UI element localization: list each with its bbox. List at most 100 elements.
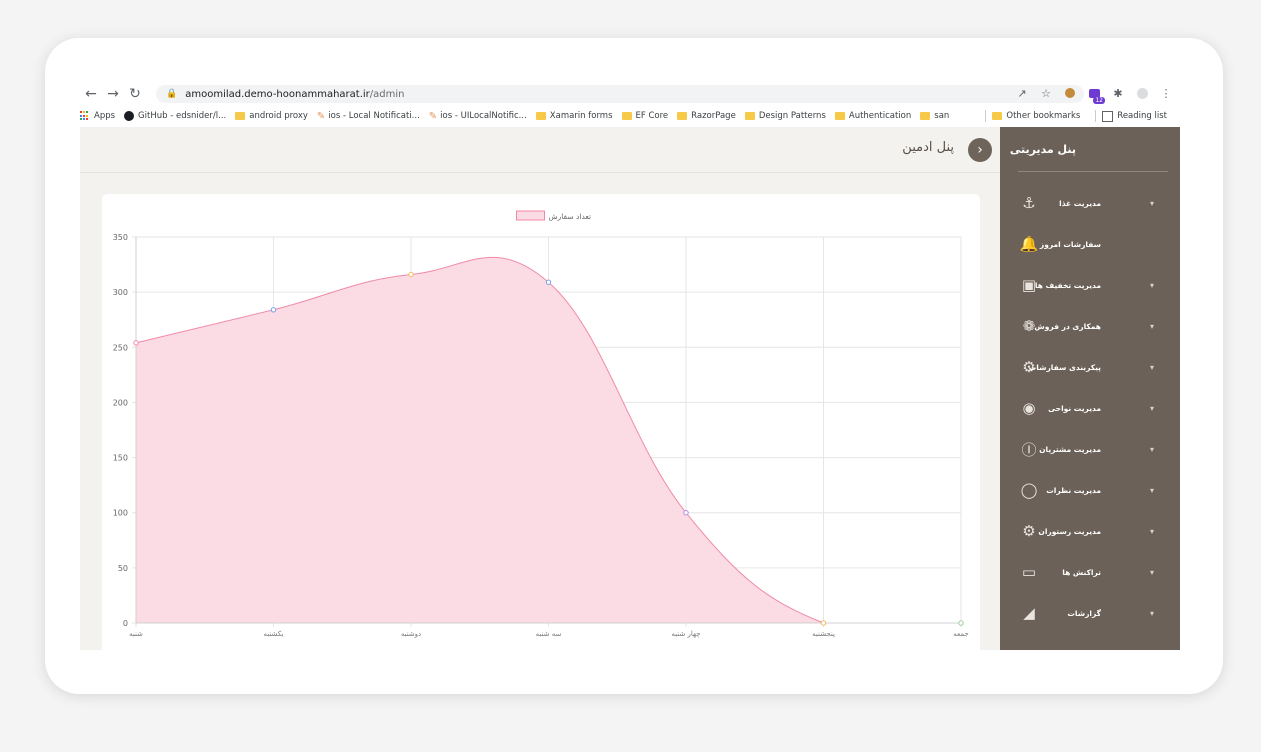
bookmark-label: Xamarin forms — [549, 111, 613, 121]
bookmark-ios-uilocalnotification[interactable]: ✎ ios - UILocalNotific... — [429, 111, 527, 122]
bookmark-ef-core[interactable]: EF Core — [621, 111, 669, 121]
bookmark-label: san — [934, 111, 950, 121]
bookmark-android-proxy[interactable]: android proxy — [235, 111, 308, 121]
bookmark-label: RazorPage — [691, 111, 736, 121]
data-point — [545, 279, 552, 285]
cookie-extension-icon[interactable] — [1062, 85, 1078, 101]
browser-window: ← → ↻ 🔒 amoomilad.demo-hoonammaharat.ir /… — [80, 82, 1180, 650]
data-point — [408, 271, 414, 278]
sidebar-item-label: مدیریت نظرات — [1046, 485, 1101, 495]
back-icon[interactable]: ← — [80, 83, 102, 105]
sidebar-item[interactable]: ⚙ مدیریت رستوران ▾ — [1000, 511, 1180, 551]
chevron-down-icon: ▾ — [1150, 280, 1155, 290]
bookmark-label: Design Patterns — [758, 111, 826, 121]
folder-icon — [535, 112, 546, 120]
bookmark-ios-local-notification[interactable]: ✎ ios - Local Notificati... — [317, 111, 420, 122]
sidebar-item-label: مدیریت غذا — [1059, 198, 1101, 208]
utensils-icon: ⚓ — [1022, 194, 1036, 212]
data-point — [133, 340, 139, 346]
bookmark-design-patterns[interactable]: Design Patterns — [744, 111, 826, 121]
data-point — [683, 510, 689, 516]
sidebar-item-label: مدیریت تخفیف ها — [1034, 280, 1101, 290]
chart-card: 0 50 100 150 200 250 300 350 شنبه یکشنبه دوشنبه سه … — [102, 194, 980, 650]
bell-icon: 🔔 — [1019, 235, 1039, 253]
bookmark-github[interactable]: GitHub - edsnider/l... — [124, 111, 226, 121]
kebab-menu-icon[interactable]: ⋮ — [1158, 85, 1174, 101]
x-tick-label: چهار شنبه — [671, 630, 700, 638]
sidebar-item[interactable]: ❁ همکاری در فروش ▾ — [1000, 306, 1180, 346]
gear-icon: ⚙ — [1022, 522, 1036, 540]
sidebar-item[interactable]: 🔔 سفارشات امروز — [1000, 224, 1180, 264]
data-point — [958, 620, 964, 626]
bookmark-san[interactable]: san — [920, 111, 949, 121]
y-tick-label: 50 — [118, 564, 128, 573]
sidebar-item-label: گزارشات — [1067, 608, 1101, 618]
bookmark-label: Authentication — [848, 111, 912, 121]
sidebar-item[interactable]: Ⓘ مدیریت مشتریان ▾ — [1000, 429, 1180, 469]
y-tick-label: 0 — [123, 619, 128, 628]
chevron-down-icon: ▾ — [1150, 198, 1155, 208]
bookmark-label: android proxy — [249, 111, 308, 121]
reading-list[interactable]: Reading list — [1102, 110, 1167, 122]
bookmark-label: GitHub - edsnider/l... — [138, 111, 227, 121]
sidebar-item[interactable]: ⚓ مدیریت غذا ▾ — [1000, 183, 1180, 223]
user-circle-icon: Ⓘ — [1021, 440, 1037, 459]
sidebar-item-label: همکاری در فروش — [1034, 321, 1101, 331]
url-path: /admin — [369, 88, 405, 100]
chevron-down-icon: ▾ — [1150, 444, 1155, 454]
data-point — [270, 307, 277, 313]
profile-icon[interactable] — [1134, 85, 1150, 101]
divider — [1095, 110, 1097, 122]
folder-icon — [677, 112, 688, 120]
sidebar-item[interactable]: ▣ مدیریت تخفیف ها ▾ — [1000, 265, 1180, 305]
sidebar-item-label: مدیریت رستوران — [1038, 526, 1101, 536]
bookmark-apps[interactable]: Apps — [80, 111, 115, 121]
sidebar-item[interactable]: ▭ تراکنش ها ▾ — [1000, 552, 1180, 592]
sidebar-item-label: پیکربندی سفارشات — [1028, 362, 1101, 372]
x-tick-label: سه شنبه — [536, 630, 562, 638]
sidebar-item[interactable]: ◯ مدیریت نظرات ▾ — [1000, 470, 1180, 510]
sidebar-item[interactable]: ◢ گزارشات ▾ — [1000, 593, 1180, 633]
sidebar-item[interactable]: ⚙ پیکربندی سفارشات ▾ — [1000, 347, 1180, 387]
bookmarks-bar: Apps GitHub - edsnider/l... android prox… — [80, 107, 1180, 125]
divider — [1018, 171, 1168, 172]
apps-icon — [80, 111, 90, 121]
folder-icon — [235, 112, 246, 120]
chevron-down-icon: ▾ — [1150, 321, 1155, 331]
folder-icon — [920, 112, 931, 120]
y-tick-label: 100 — [113, 509, 128, 518]
share-icon[interactable]: ↗ — [1014, 85, 1030, 101]
bookmark-label: EF Core — [635, 111, 669, 121]
x-tick-label: جمعه — [953, 630, 969, 638]
data-point — [820, 620, 827, 626]
address-bar[interactable]: 🔒 amoomilad.demo-hoonammaharat.ir/admin — [156, 85, 1084, 103]
orders-chart: 0 50 100 150 200 250 300 350 شنبه یکشنبه دوشنبه سه … — [113, 210, 969, 638]
star-icon[interactable]: ☆ — [1038, 85, 1054, 101]
other-bookmarks[interactable]: Other bookmarks — [992, 111, 1080, 121]
folder-icon — [992, 112, 1003, 120]
sidebar-item-label: مدیریت مشتریان — [1039, 444, 1101, 454]
bookmark-label: ios - Local Notificati... — [328, 111, 420, 121]
other-bookmarks-label: Other bookmarks — [1006, 111, 1081, 121]
y-tick-label: 250 — [113, 343, 128, 352]
bookmark-authentication[interactable]: Authentication — [834, 111, 912, 121]
forward-icon[interactable]: → — [102, 83, 124, 105]
toolbar-icons: ↗ ☆ 12 ✱ ⋮ — [1014, 85, 1174, 104]
github-icon — [124, 111, 135, 121]
chevron-right-icon[interactable]: › — [968, 138, 992, 162]
bookmark-label: ios - UILocalNotific... — [440, 111, 527, 121]
puzzle-icon[interactable]: ✱ — [1110, 85, 1126, 101]
credit-card-icon: ▭ — [1021, 563, 1037, 581]
reload-icon[interactable]: ↻ — [124, 83, 146, 105]
bookmark-xamarin-forms[interactable]: Xamarin forms — [535, 111, 613, 121]
toolbar: ← → ↻ 🔒 amoomilad.demo-hoonammaharat.ir /… — [80, 82, 1180, 106]
extension-badge-icon[interactable]: 12 — [1086, 85, 1105, 104]
chevron-down-icon: ▾ — [1150, 608, 1155, 618]
reading-list-label: Reading list — [1117, 111, 1167, 121]
sidebar-item-label: مدیریت نواحی — [1048, 403, 1101, 413]
sidebar-item[interactable]: ◉ مدیریت نواحی ▾ — [1000, 388, 1180, 428]
comment-icon: ◯ — [1020, 481, 1038, 499]
bookmark-razorpage[interactable]: RazorPage — [677, 111, 736, 121]
chevron-down-icon: ▾ — [1150, 526, 1155, 536]
chevron-down-icon: ▾ — [1150, 485, 1155, 495]
